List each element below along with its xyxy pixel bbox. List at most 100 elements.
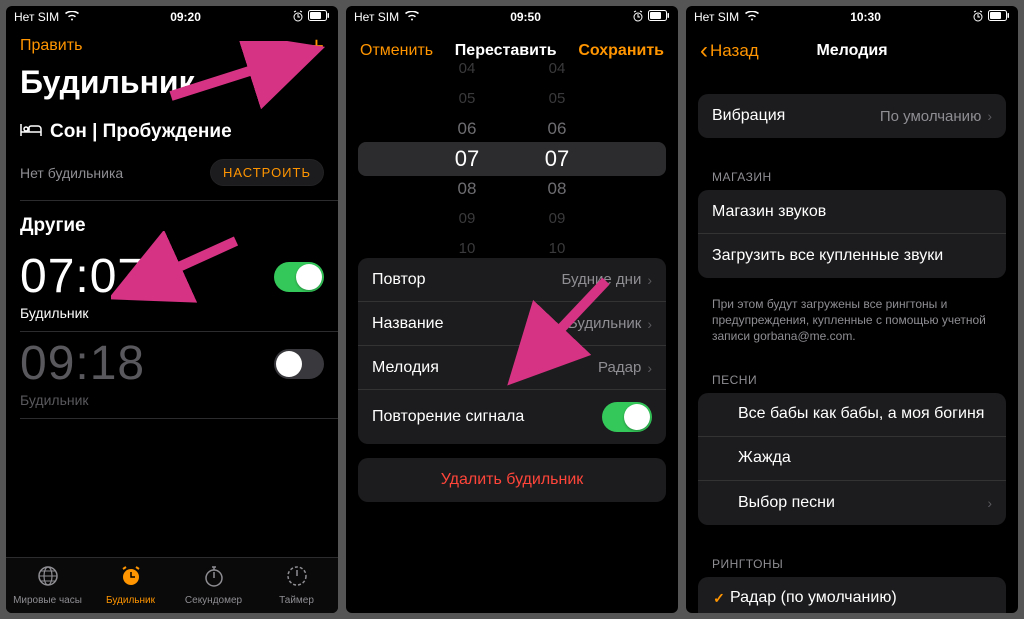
- back-button[interactable]: ‹ Назад: [700, 41, 759, 61]
- row-label: Мелодия: [372, 359, 439, 377]
- row-label: Магазин звуков: [712, 203, 826, 221]
- tab-label: Таймер: [279, 595, 314, 606]
- vibration-group: Вибрация По умолчанию›: [698, 94, 1006, 138]
- ringtones-section-header: РИНГТОНЫ: [686, 539, 1018, 577]
- picker-value: 08: [522, 174, 592, 204]
- vibration-row[interactable]: Вибрация По умолчанию›: [698, 94, 1006, 138]
- settings-group: Повтор Будние дни› Название Будильник› М…: [358, 258, 666, 444]
- no-alarm-row: Нет будильника НАСТРОИТЬ: [6, 149, 338, 200]
- globe-icon: [37, 565, 59, 593]
- alarm-icon: [632, 10, 644, 25]
- tab-label: Секундомер: [185, 595, 242, 606]
- row-value: Будильник: [568, 315, 641, 332]
- alarm-toggle[interactable]: [274, 349, 324, 379]
- other-section-header: Другие: [6, 201, 338, 245]
- chevron-right-icon: ›: [647, 272, 652, 288]
- repeat-row[interactable]: Повтор Будние дни›: [358, 258, 666, 302]
- setup-button[interactable]: НАСТРОИТЬ: [210, 159, 324, 186]
- picker-value: 05: [522, 84, 592, 114]
- row-label: Вибрация: [712, 107, 785, 125]
- sound-row[interactable]: Мелодия Радар›: [358, 346, 666, 390]
- tab-world-clock[interactable]: Мировые часы: [6, 558, 89, 613]
- chevron-right-icon: ›: [647, 316, 652, 332]
- status-bar: Нет SIM 10:30: [686, 6, 1018, 28]
- sleep-section-label: Сон | Пробуждение: [50, 121, 232, 143]
- carrier-text: Нет SIM: [354, 10, 399, 24]
- songs-section-header: ПЕСНИ: [686, 355, 1018, 393]
- edit-button[interactable]: Править: [20, 37, 82, 55]
- hour-wheel[interactable]: 04 05 06 07 08 09 10: [432, 54, 502, 264]
- row-label: Повторение сигнала: [372, 408, 524, 426]
- wifi-icon: [65, 10, 79, 24]
- chevron-right-icon: ›: [987, 108, 992, 124]
- screen-alarm-list: Нет SIM 09:20 Править + Будильник Сон | …: [6, 6, 338, 613]
- tab-label: Мировые часы: [13, 595, 82, 606]
- alarm-label: Будильник: [6, 305, 338, 331]
- picker-value: 10: [522, 234, 592, 264]
- picker-value: 07: [432, 144, 502, 174]
- song-name: Все бабы как бабы, а моя богиня: [738, 405, 984, 423]
- wifi-icon: [745, 10, 759, 24]
- ringtones-group: ✓ Радар (по умолчанию) Апекс: [698, 577, 1006, 613]
- alarm-row[interactable]: 07:07: [6, 245, 338, 305]
- sleep-section-header: Сон | Пробуждение: [6, 107, 338, 149]
- cancel-button[interactable]: Отменить: [360, 42, 433, 60]
- picker-value: 06: [432, 114, 502, 144]
- ringtone-row[interactable]: ✓ Радар (по умолчанию): [698, 577, 1006, 613]
- alarm-label: Будильник: [6, 392, 338, 418]
- row-label: Загрузить все купленные звуки: [712, 247, 943, 265]
- picker-value: 09: [432, 204, 502, 234]
- chevron-left-icon: ‹: [700, 45, 708, 57]
- time-picker[interactable]: 04 05 06 07 08 09 10 04 05 06 07 08 09 1…: [346, 64, 678, 254]
- song-row[interactable]: Жажда: [698, 437, 1006, 481]
- snooze-row: Повторение сигнала: [358, 390, 666, 444]
- name-row[interactable]: Название Будильник›: [358, 302, 666, 346]
- screen-sound-picker: Нет SIM 10:30 ‹ Назад Мелодия Вибрация П…: [686, 6, 1018, 613]
- picker-value: 08: [432, 174, 502, 204]
- tab-timer[interactable]: Таймер: [255, 558, 338, 613]
- page-title: Будильник: [6, 64, 338, 107]
- no-alarm-text: Нет будильника: [20, 165, 123, 181]
- alarm-clock-icon: [120, 565, 142, 593]
- pick-song-row[interactable]: Выбор песни ›: [698, 481, 1006, 525]
- back-label: Назад: [710, 41, 759, 61]
- ringtone-name: Радар (по умолчанию): [730, 589, 897, 607]
- carrier-text: Нет SIM: [14, 10, 59, 24]
- battery-icon: [308, 10, 330, 24]
- nav-bar: ‹ Назад Мелодия: [686, 28, 1018, 64]
- songs-group: Все бабы как бабы, а моя богиня Жажда Вы…: [698, 393, 1006, 525]
- divider: [20, 418, 338, 419]
- battery-icon: [648, 10, 670, 24]
- picker-value: 06: [522, 114, 592, 144]
- timer-icon: [286, 565, 308, 593]
- minute-wheel[interactable]: 04 05 06 07 08 09 10: [522, 54, 592, 264]
- add-button[interactable]: +: [309, 31, 324, 62]
- download-all-row[interactable]: Загрузить все купленные звуки: [698, 234, 1006, 278]
- store-note: При этом будут загружены все рингтоны и …: [686, 292, 1018, 355]
- delete-alarm-button[interactable]: Удалить будильник: [358, 458, 666, 502]
- tab-label: Будильник: [106, 595, 155, 606]
- battery-icon: [988, 10, 1010, 24]
- picker-value: 04: [522, 54, 592, 84]
- alarm-row[interactable]: 09:18: [6, 332, 338, 392]
- store-section-header: МАГАЗИН: [686, 152, 1018, 190]
- alarm-toggle[interactable]: [274, 262, 324, 292]
- tab-alarm[interactable]: Будильник: [89, 558, 172, 613]
- tone-store-row[interactable]: Магазин звуков: [698, 190, 1006, 234]
- nav-bar: Править +: [6, 28, 338, 64]
- tab-stopwatch[interactable]: Секундомер: [172, 558, 255, 613]
- chevron-right-icon: ›: [987, 495, 992, 511]
- tab-bar: Мировые часы Будильник Секундомер Таймер: [6, 557, 338, 613]
- picker-value: 10: [432, 234, 502, 264]
- picker-value: 09: [522, 204, 592, 234]
- screen-edit-alarm: Нет SIM 09:50 Отменить Переставить Сохра…: [346, 6, 678, 613]
- status-bar: Нет SIM 09:50: [346, 6, 678, 28]
- picker-value: 05: [432, 84, 502, 114]
- snooze-toggle[interactable]: [602, 402, 652, 432]
- row-label: Выбор песни: [738, 494, 835, 512]
- stopwatch-icon: [203, 565, 225, 593]
- carrier-text: Нет SIM: [694, 10, 739, 24]
- picker-value: 07: [522, 144, 592, 174]
- song-row[interactable]: Все бабы как бабы, а моя богиня: [698, 393, 1006, 437]
- alarm-icon: [292, 10, 304, 25]
